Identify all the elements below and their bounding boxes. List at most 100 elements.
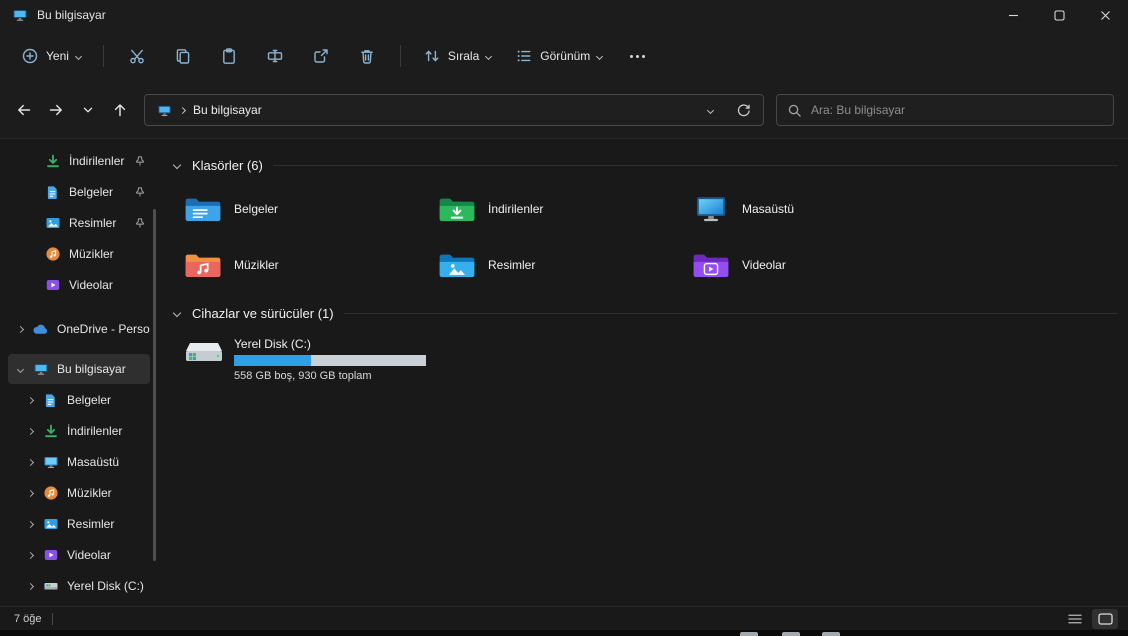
sort-arrows-icon [423, 47, 441, 65]
taskbar-peek [0, 630, 1128, 636]
share-button[interactable] [299, 39, 343, 73]
more-options-button[interactable] [615, 39, 659, 73]
close-button[interactable] [1082, 0, 1128, 30]
folder-tile-music[interactable]: Müzikler [184, 245, 424, 285]
capacity-bar [234, 355, 426, 366]
sidebar-item-local-disk[interactable]: Yerel Disk (C:) [8, 571, 150, 601]
sidebar-item-downloads-child[interactable]: İndirilenler [8, 416, 150, 446]
new-button[interactable]: Yeni [10, 39, 92, 73]
recent-locations-button[interactable] [72, 95, 103, 126]
window-title: Bu bilgisayar [37, 8, 106, 22]
sidebar-item-documents[interactable]: Belgeler [8, 177, 150, 207]
taskbar-icon-fragment[interactable] [822, 632, 840, 636]
sidebar-item-pictures-child[interactable]: Resimler [8, 509, 150, 539]
chevron-down-icon[interactable] [16, 365, 24, 373]
chevron-down-icon [485, 52, 493, 60]
chevron-right-icon[interactable] [26, 427, 34, 435]
music-icon [44, 246, 61, 262]
refresh-button[interactable] [729, 96, 757, 124]
details-view-button[interactable] [1062, 609, 1088, 629]
delete-button[interactable] [345, 39, 389, 73]
hard-drive-icon [42, 578, 59, 594]
downloads-icon [42, 423, 59, 439]
sidebar-item-music-child[interactable]: Müzikler [8, 478, 150, 508]
command-bar: Yeni Sırala Görünüm [0, 30, 1128, 82]
folder-tile-pictures[interactable]: Resimler [438, 245, 678, 285]
sidebar-item-label: Resimler [69, 216, 117, 230]
cut-button[interactable] [115, 39, 159, 73]
sidebar-item-this-pc[interactable]: Bu bilgisayar [8, 354, 150, 384]
folders-section-title: Klasörler (6) [192, 157, 263, 173]
sidebar-item-music[interactable]: Müzikler [8, 239, 150, 269]
videos-icon [42, 547, 59, 563]
folder-tile-downloads[interactable]: İndirilenler [438, 189, 678, 229]
search-input[interactable] [811, 103, 1103, 117]
navigation-pane: İndirilenler Belgeler Resimler Müzikler … [0, 139, 160, 606]
chevron-right-icon[interactable] [26, 396, 34, 404]
chevron-right-icon[interactable] [16, 325, 24, 333]
toolbar-divider [399, 45, 401, 67]
sidebar-item-label: İndirilenler [67, 424, 123, 438]
rename-button[interactable] [253, 39, 297, 73]
address-bar[interactable]: Bu bilgisayar [144, 94, 764, 126]
sidebar-item-onedrive[interactable]: OneDrive - Perso [8, 314, 150, 344]
paste-button[interactable] [207, 39, 251, 73]
folder-tile-desktop[interactable]: Masaüstü [692, 189, 932, 229]
explorer-body: İndirilenler Belgeler Resimler Müzikler … [0, 138, 1128, 606]
taskbar-icon-fragment[interactable] [782, 632, 800, 636]
pin-icon [134, 186, 146, 198]
folder-tile-documents[interactable]: Belgeler [184, 189, 424, 229]
folder-tile-label: Masaüstü [742, 202, 795, 216]
sidebar-item-videos-child[interactable]: Videolar [8, 540, 150, 570]
chevron-down-icon [172, 160, 182, 170]
sidebar-item-videos[interactable]: Videolar [8, 270, 150, 300]
devices-section-header[interactable]: Cihazlar ve sürücüler (1) [170, 299, 1122, 327]
onedrive-cloud-icon [32, 323, 49, 336]
sidebar-item-pictures[interactable]: Resimler [8, 208, 150, 238]
minimize-button[interactable] [990, 0, 1036, 30]
large-icons-view-button[interactable] [1092, 608, 1118, 629]
forward-button[interactable] [40, 95, 71, 126]
copy-icon [174, 47, 192, 65]
more-options-icon [629, 54, 645, 58]
computer-icon [32, 361, 49, 377]
folders-section-header[interactable]: Klasörler (6) [170, 151, 1122, 179]
back-button[interactable] [8, 95, 39, 126]
pictures-icon [44, 215, 61, 231]
view-button[interactable]: Görünüm [504, 39, 613, 73]
chevron-right-icon[interactable] [26, 520, 34, 528]
sidebar-item-documents-child[interactable]: Belgeler [8, 385, 150, 415]
view-toggles [1062, 608, 1118, 629]
breadcrumb-item[interactable]: Bu bilgisayar [193, 103, 262, 117]
address-dropdown-button[interactable] [699, 106, 721, 114]
sidebar-scrollbar[interactable] [153, 209, 156, 561]
chevron-right-icon[interactable] [26, 489, 34, 497]
drive-item-local-disk[interactable]: Yerel Disk (C:) 558 GB boş, 930 GB topla… [184, 335, 1122, 382]
trash-icon [358, 47, 376, 65]
copy-button[interactable] [161, 39, 205, 73]
up-button[interactable] [104, 95, 135, 126]
sidebar-item-label: Belgeler [69, 185, 114, 199]
search-box[interactable] [776, 94, 1114, 126]
sidebar-item-downloads[interactable]: İndirilenler [8, 146, 150, 176]
view-button-label: Görünüm [540, 49, 591, 63]
folder-tile-label: İndirilenler [488, 202, 544, 216]
section-divider [343, 312, 1118, 314]
sidebar-item-label: İndirilenler [69, 154, 125, 168]
sort-button[interactable]: Sırala [412, 39, 502, 73]
folder-tile-label: Belgeler [234, 202, 279, 216]
this-pc-icon [12, 7, 28, 23]
sidebar-item-label: Masaüstü [67, 455, 120, 469]
sidebar-item-desktop-child[interactable]: Masaüstü [8, 447, 150, 477]
taskbar-icon-fragment[interactable] [740, 632, 758, 636]
chevron-right-icon[interactable] [26, 551, 34, 559]
chevron-right-icon[interactable] [26, 582, 34, 590]
folder-tile-videos[interactable]: Videolar [692, 245, 932, 285]
document-icon [42, 393, 59, 408]
chevron-down-icon [596, 52, 604, 60]
status-bar: 7 öğe [0, 606, 1128, 630]
folder-tile-label: Müzikler [234, 258, 279, 272]
sidebar-item-label: Müzikler [67, 486, 112, 500]
chevron-right-icon[interactable] [26, 458, 34, 466]
maximize-button[interactable] [1036, 0, 1082, 30]
